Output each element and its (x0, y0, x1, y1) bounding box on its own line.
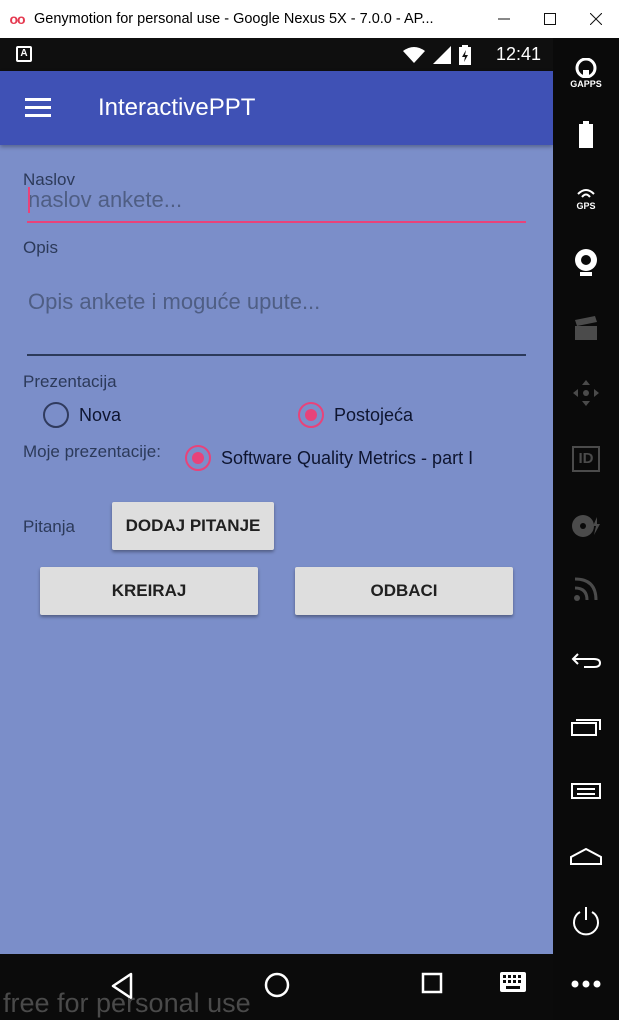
side-back-button[interactable] (553, 650, 619, 670)
notification-icon: A (16, 46, 32, 62)
maximize-icon (544, 13, 556, 25)
clapper-icon (575, 316, 597, 340)
gps-caption: GPS (576, 201, 596, 211)
naslov-underline (27, 221, 526, 223)
presentation-name: Software Quality Metrics - part I (221, 447, 474, 468)
capture-button[interactable] (553, 316, 619, 342)
power-icon (573, 907, 599, 936)
naslov-input[interactable]: naslov ankete... (28, 187, 182, 213)
battery-button[interactable] (553, 121, 619, 149)
side-home-button[interactable] (553, 848, 619, 866)
minimize-icon (498, 18, 510, 20)
network-button[interactable] (553, 576, 619, 602)
disk-icon (572, 515, 600, 537)
home-icon[interactable] (264, 972, 290, 998)
device-id-button[interactable]: ID (553, 446, 619, 472)
webcam-icon (575, 249, 597, 276)
opis-underline (27, 354, 526, 356)
radio-postojeca[interactable]: Postojeća (298, 402, 413, 428)
gapps-button[interactable]: GAPPS (553, 58, 619, 89)
status-icons (403, 45, 471, 65)
discard-button[interactable]: ODBACI (295, 567, 513, 615)
watermark: free for personal use (3, 988, 251, 1018)
minimize-button[interactable] (481, 0, 527, 38)
radio-button-nova[interactable] (43, 402, 69, 428)
battery-icon (579, 121, 593, 148)
app-bar: InteractivePPT (0, 71, 553, 145)
window-titlebar: oo Genymotion for personal use - Google … (0, 0, 619, 38)
maximize-button[interactable] (527, 0, 573, 38)
radio-nova[interactable]: Nova (43, 402, 121, 428)
opis-label: Opis (23, 238, 58, 257)
radio-label-postojeca: Postojeća (334, 404, 414, 425)
signal-icon (433, 46, 451, 64)
genymotion-logo: oo (9, 11, 25, 27)
recent-apps-icon (571, 719, 601, 736)
battery-charging-icon (459, 45, 471, 65)
text-cursor (28, 187, 30, 213)
recents-icon[interactable] (421, 972, 443, 994)
app-title: InteractivePPT (98, 94, 256, 121)
rss-icon (574, 577, 598, 601)
status-bar: A 12:41 (0, 38, 553, 71)
back-arrow-icon (571, 653, 602, 668)
gps-icon (577, 189, 595, 198)
power-button[interactable] (553, 906, 619, 936)
close-icon (590, 13, 602, 25)
gapps-icon (575, 58, 597, 78)
my-presentation-option[interactable]: Software Quality Metrics - part I (185, 445, 473, 471)
side-recents-button[interactable] (553, 716, 619, 736)
home-house-icon (570, 848, 602, 865)
create-button[interactable]: KREIRAJ (40, 567, 258, 615)
id-icon: ID (572, 446, 600, 472)
close-window-button[interactable] (573, 0, 619, 38)
opis-input[interactable]: Opis ankete i moguće upute... (28, 289, 320, 315)
menu-icon[interactable] (25, 98, 51, 118)
emulator-window: oo Genymotion for personal use - Google … (0, 0, 619, 1020)
dpad-icon (573, 380, 599, 406)
more-dots-icon (571, 980, 601, 988)
radio-label-nova: Nova (79, 404, 122, 425)
webcam-button[interactable] (553, 248, 619, 278)
radio-button-postojeca[interactable] (298, 402, 324, 428)
add-question-button[interactable]: DODAJ PITANJE (112, 502, 274, 550)
window-title: Genymotion for personal use - Google Nex… (34, 11, 434, 27)
menu-lines-icon (571, 783, 601, 799)
android-screen: A 12:41 InteractivePPT Naslov naslov ank… (0, 38, 553, 954)
gps-button[interactable]: GPS (553, 186, 619, 211)
dpad-button[interactable] (553, 378, 619, 408)
clock: 12:41 (495, 44, 541, 64)
side-menu-button[interactable] (553, 783, 619, 799)
gapps-caption: GAPPS (570, 79, 602, 89)
genymotion-side-panel: GAPPS GPS ID (553, 38, 619, 1020)
prezentacija-label: Prezentacija (23, 372, 117, 391)
pitanja-label: Pitanja (23, 517, 75, 536)
wifi-icon (403, 47, 425, 63)
moje-prezentacije-label: Moje prezentacije: (23, 442, 161, 461)
disk-io-button[interactable] (553, 513, 619, 539)
radio-button-presentation[interactable] (185, 445, 211, 471)
keyboard-icon[interactable] (500, 972, 526, 992)
more-button[interactable] (553, 980, 619, 988)
